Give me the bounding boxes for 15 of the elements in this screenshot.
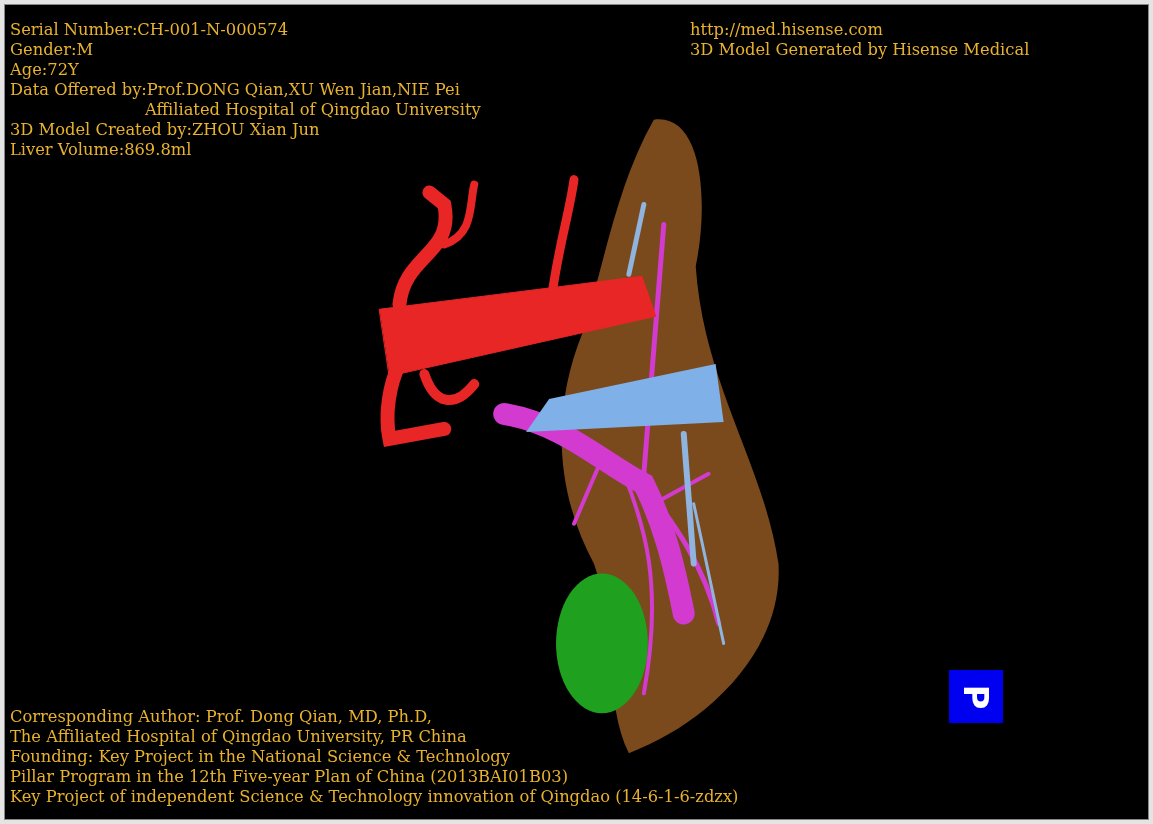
info-text: Liver Volume:869.8ml — [10, 140, 192, 160]
credit-text: Key Project of independent Science & Technology innovation of Qingdao (14-6-1-6-zdzx) — [10, 787, 739, 807]
info-text: 3D Model Created by:ZHOU Xian Jun — [10, 120, 320, 140]
orientation-marker: P — [949, 670, 1003, 723]
info-text: Serial Number:CH-001-N-000574 — [10, 20, 288, 40]
info-text: Gender:M — [10, 40, 94, 60]
info-text: Age:72Y — [10, 60, 79, 80]
info-text: 3D Model Generated by Hisense Medical — [690, 40, 1030, 60]
credit-text: The Affiliated Hospital of Qingdao University, PR China — [10, 727, 467, 747]
credit-text: Founding: Key Project in the National Science & Technology — [10, 747, 510, 767]
credit-text: Pillar Program in the 12th Five-year Plan of China (2013BAI01B03) — [10, 767, 568, 787]
credit-text: Corresponding Author: Prof. Dong Qian, MD, Ph.D, — [10, 707, 432, 727]
info-text: Data Offered by:Prof.DONG Qian,XU Wen Jian,NIE Pei — [10, 80, 460, 100]
info-text: http://med.hisense.com — [690, 20, 883, 40]
info-text: Affiliated Hospital of Qingdao University — [145, 100, 481, 120]
